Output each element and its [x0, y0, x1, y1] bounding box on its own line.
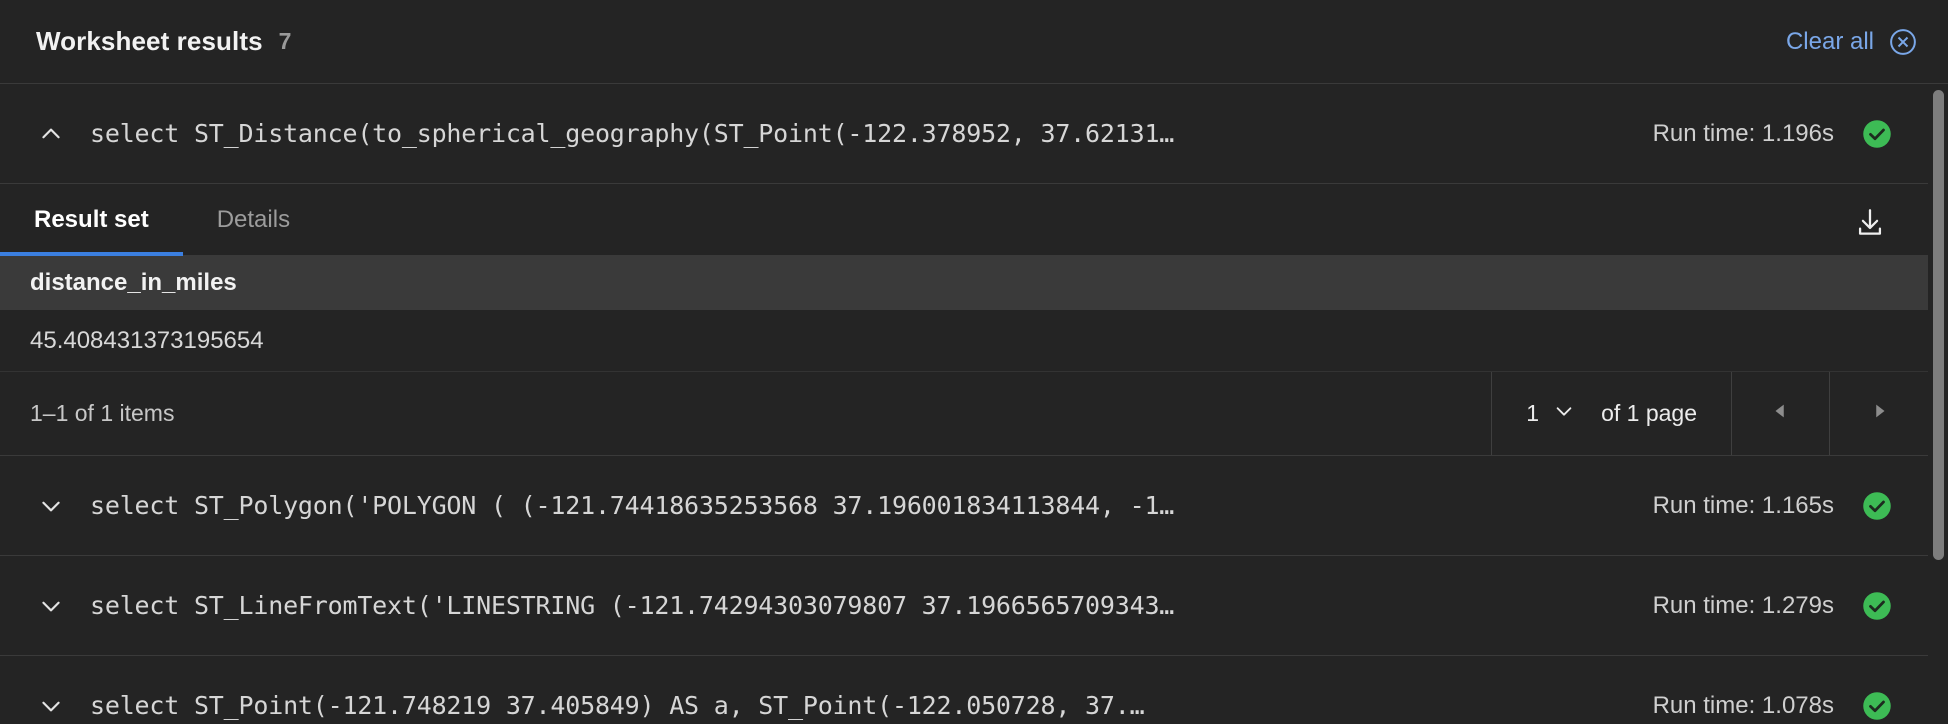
- check-circle-icon: [1862, 491, 1892, 521]
- clear-all-label: Clear all: [1785, 27, 1874, 55]
- download-button[interactable]: [1848, 201, 1892, 245]
- results-scroll-region: select ST_Distance(to_spherical_geograph…: [0, 84, 1948, 724]
- query-runtime-label: Run time: 1.165s: [1652, 491, 1834, 519]
- tab-result-set-label: Result set: [34, 205, 149, 233]
- query-row[interactable]: select ST_Point(-121.748219 37.405849) A…: [0, 656, 1928, 724]
- chevron-up-icon[interactable]: [34, 117, 68, 151]
- query-sql-text: select ST_Distance(to_spherical_geograph…: [90, 119, 1175, 148]
- page-select-dropdown[interactable]: 1: [1526, 400, 1575, 427]
- triangle-right-icon: [1868, 400, 1890, 427]
- tab-result-set[interactable]: Result set: [0, 184, 183, 256]
- chevron-down-icon[interactable]: [34, 489, 68, 523]
- query-runtime-label: Run time: 1.196s: [1652, 119, 1834, 147]
- pagination-page-selector-wrap: 1 of 1 page: [1492, 372, 1732, 455]
- pagination-of-pages-label: of 1 page: [1601, 400, 1697, 426]
- tab-details[interactable]: Details: [183, 184, 324, 255]
- results-scrollbar-thumb[interactable]: [1933, 90, 1944, 560]
- page-title: Worksheet results: [36, 26, 263, 56]
- table-column-header: distance_in_miles: [30, 269, 237, 296]
- pagination-next-button[interactable]: [1830, 372, 1928, 455]
- chevron-down-icon[interactable]: [34, 689, 68, 723]
- table-cell: 45.408431373195654: [30, 326, 264, 354]
- check-circle-icon: [1862, 691, 1892, 721]
- clear-all-button[interactable]: Clear all: [1786, 27, 1918, 57]
- table-header-row: distance_in_miles: [0, 256, 1928, 310]
- query-row[interactable]: select ST_Distance(to_spherical_geograph…: [0, 84, 1928, 184]
- chevron-down-icon: [1553, 400, 1575, 427]
- tab-details-label: Details: [216, 205, 291, 233]
- query-runtime-label: Run time: 1.078s: [1652, 691, 1834, 719]
- panel-header: Worksheet results 7 Clear all: [0, 0, 1948, 84]
- results-count-badge: 7: [278, 28, 292, 54]
- pagination-prev-button[interactable]: [1732, 372, 1830, 455]
- query-result-body: Result set Details distance_in_miles 45.…: [0, 184, 1928, 456]
- close-circle-icon: [1888, 27, 1918, 57]
- chevron-down-icon[interactable]: [34, 589, 68, 623]
- query-sql-text: select ST_LineFromText('LINESTRING (-121…: [90, 591, 1175, 620]
- check-circle-icon: [1862, 119, 1892, 149]
- check-circle-icon: [1862, 591, 1892, 621]
- result-tabs-bar: Result set Details: [0, 184, 1928, 256]
- pagination-items-label: 1–1 of 1 items: [0, 372, 1493, 455]
- query-sql-text: select ST_Polygon('POLYGON ( (-121.74418…: [90, 491, 1175, 520]
- worksheet-results-panel: Worksheet results 7 Clear all select ST_…: [0, 0, 1948, 724]
- query-sql-text: select ST_Point(-121.748219 37.405849) A…: [90, 691, 1145, 720]
- pagination-bar: 1–1 of 1 items 1 of 1 page: [0, 372, 1928, 456]
- download-icon: [1853, 206, 1887, 240]
- result-table: distance_in_miles 45.408431373195654: [0, 256, 1928, 372]
- result-tabs: Result set Details: [0, 184, 324, 256]
- table-row: 45.408431373195654: [0, 310, 1928, 372]
- results-scrollbar-track[interactable]: [1928, 84, 1948, 724]
- query-runtime-label: Run time: 1.279s: [1652, 591, 1834, 619]
- triangle-left-icon: [1770, 400, 1792, 427]
- query-row[interactable]: select ST_Polygon('POLYGON ( (-121.74418…: [0, 456, 1928, 556]
- query-row[interactable]: select ST_LineFromText('LINESTRING (-121…: [0, 556, 1928, 656]
- page-select-value: 1: [1526, 400, 1540, 426]
- results-list: select ST_Distance(to_spherical_geograph…: [0, 84, 1928, 724]
